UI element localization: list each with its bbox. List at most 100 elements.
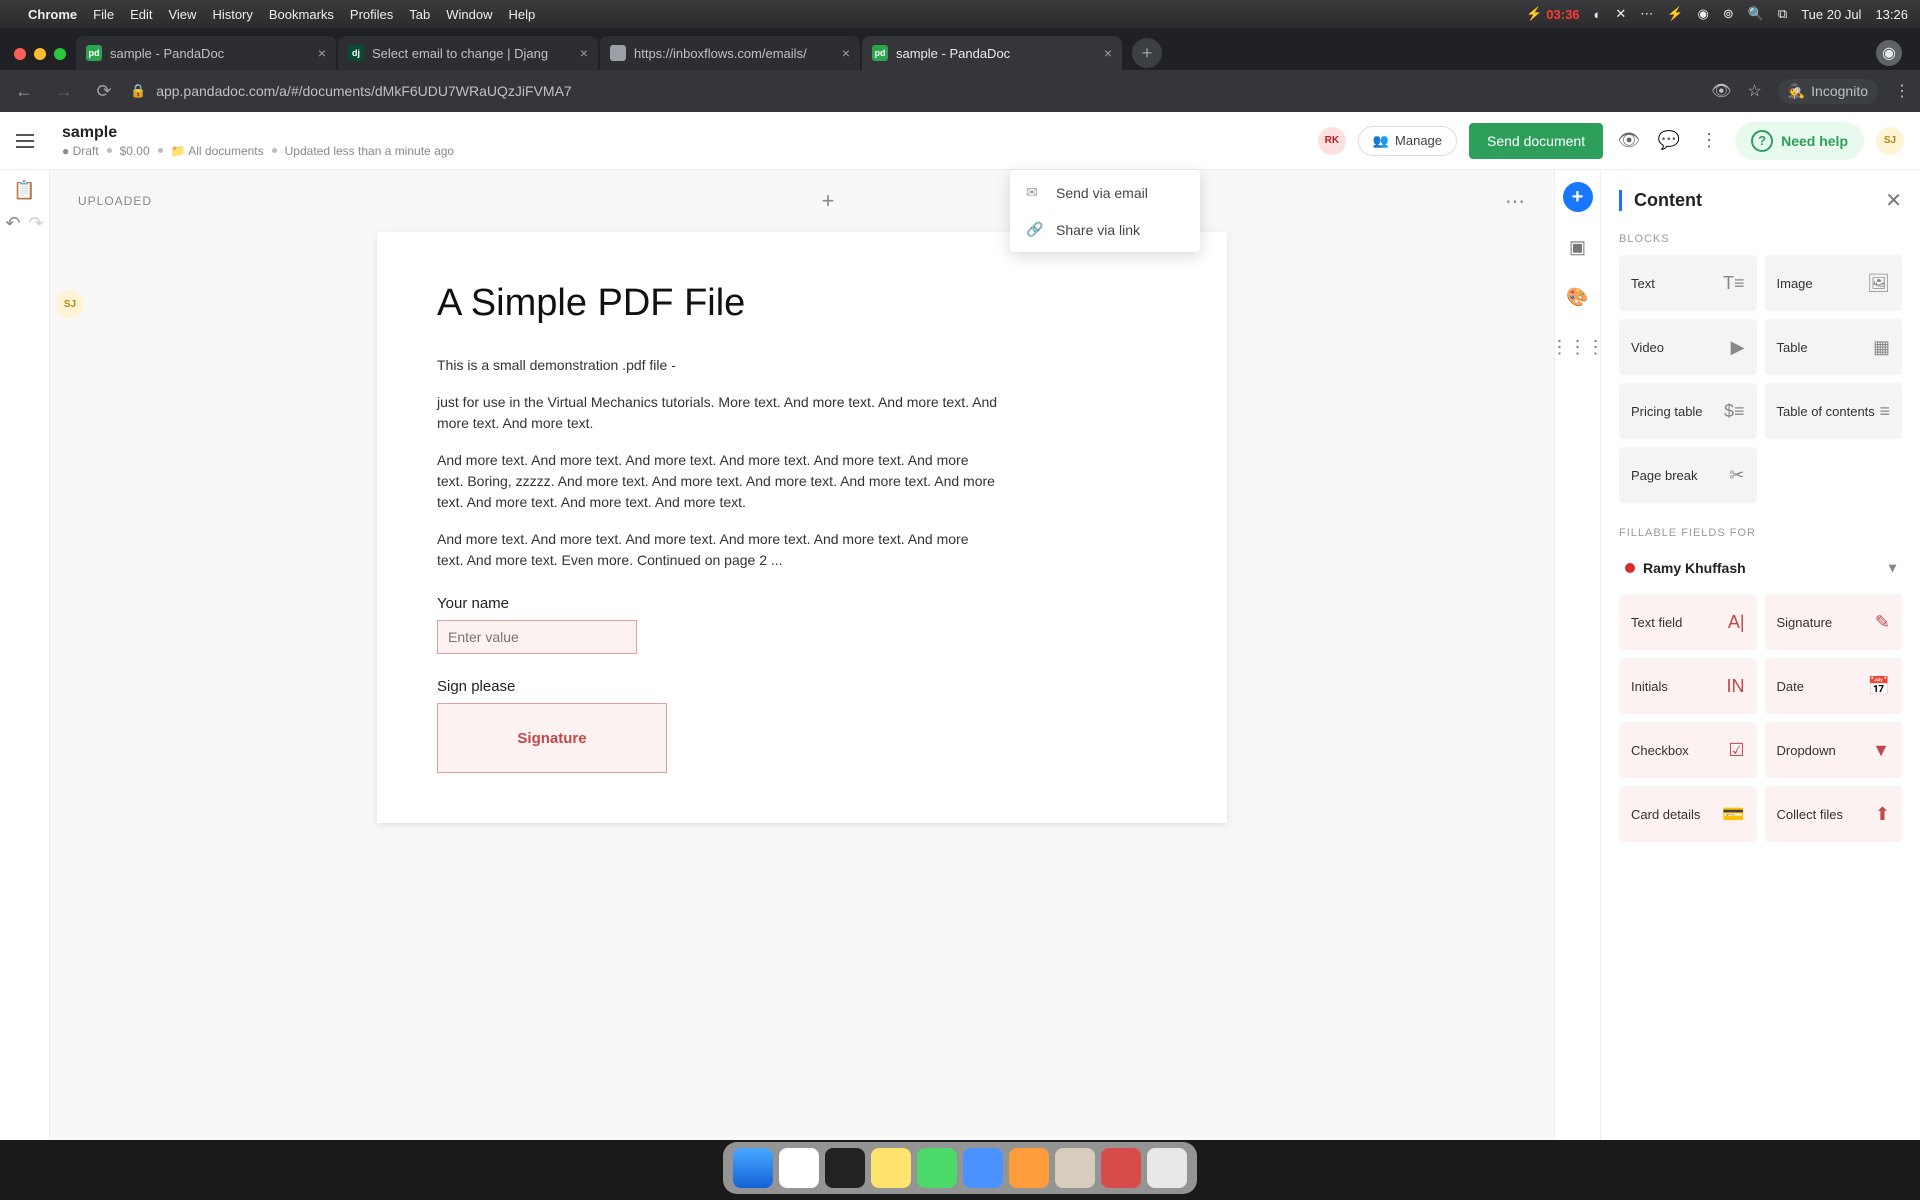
tab-close-icon[interactable]: × (580, 45, 588, 61)
pricing-block-icon: $≡ (1724, 401, 1745, 422)
window-minimize[interactable] (34, 48, 46, 60)
dock-chrome[interactable] (779, 1148, 819, 1188)
body-text: And more text. And more text. And more t… (437, 529, 997, 571)
block-toc[interactable]: Table of contents≡ (1765, 383, 1903, 439)
dock-app-red[interactable] (1101, 1148, 1141, 1188)
tab-3-active[interactable]: pdsample - PandaDoc× (862, 36, 1122, 70)
window-zoom[interactable] (54, 48, 66, 60)
block-table[interactable]: Table▦ (1765, 319, 1903, 375)
dock-app-green[interactable] (917, 1148, 957, 1188)
doc-title[interactable]: sample (62, 124, 454, 142)
menu-help[interactable]: Help (509, 7, 536, 22)
battery-time-icon[interactable]: ⚡03:36 (1526, 6, 1579, 22)
block-text[interactable]: TextT≡ (1619, 255, 1757, 311)
dock-terminal[interactable] (825, 1148, 865, 1188)
nav-forward-icon[interactable]: → (50, 81, 78, 102)
block-video[interactable]: Video▶ (1619, 319, 1757, 375)
name-text-field[interactable] (437, 620, 637, 654)
block-image[interactable]: Image🖼 (1765, 255, 1903, 311)
nav-back-icon[interactable]: ← (10, 81, 38, 102)
menu-bookmarks[interactable]: Bookmarks (269, 7, 334, 22)
menu-profiles[interactable]: Profiles (350, 7, 393, 22)
wifi-icon[interactable]: ◉ (1697, 6, 1708, 22)
add-section-button[interactable]: + (814, 186, 844, 216)
apps-rail-icon[interactable]: ⋮⋮⋮ (1563, 332, 1593, 362)
copy-icon[interactable]: 📋 (13, 180, 35, 201)
tab-title: Select email to change | Djang (372, 46, 548, 61)
status-icon2[interactable]: ✕ (1615, 6, 1626, 22)
charging-icon[interactable]: ⚡ (1667, 6, 1683, 22)
status-icon[interactable]: ◐ (1594, 7, 1602, 22)
incognito-badge[interactable]: 🕵 Incognito (1778, 79, 1878, 104)
switch-icon[interactable]: ⧉ (1778, 6, 1787, 22)
dock-app[interactable] (1055, 1148, 1095, 1188)
field-dropdown[interactable]: Dropdown▼ (1765, 722, 1903, 778)
hamburger-icon[interactable] (16, 126, 46, 156)
date[interactable]: Tue 20 Jul (1801, 7, 1861, 22)
dock-finder[interactable] (733, 1148, 773, 1188)
document-page[interactable]: A Simple PDF File This is a small demons… (377, 232, 1227, 823)
block-pricing-table[interactable]: Pricing table$≡ (1619, 383, 1757, 439)
manage-button[interactable]: 👥Manage (1358, 126, 1457, 156)
bookmark-star-icon[interactable]: ☆ (1747, 81, 1761, 101)
tab-0[interactable]: pdsample - PandaDoc× (76, 36, 336, 70)
send-document-button[interactable]: Send document (1469, 123, 1603, 159)
tab-close-icon[interactable]: × (1104, 45, 1112, 61)
field-text[interactable]: Text fieldA| (1619, 594, 1757, 650)
clock[interactable]: 13:26 (1875, 7, 1908, 22)
field-signature[interactable]: Signature✎ (1765, 594, 1903, 650)
menu-view[interactable]: View (168, 7, 196, 22)
chevron-down-icon: ▾ (1889, 559, 1896, 576)
dock-app-orange[interactable] (1009, 1148, 1049, 1188)
redo-icon[interactable]: ↷ (29, 213, 44, 234)
menu-window[interactable]: Window (446, 7, 492, 22)
menu-history[interactable]: History (212, 7, 252, 22)
comments-icon[interactable]: 💬 (1655, 127, 1683, 155)
doc-folder[interactable]: All documents (188, 144, 263, 158)
section-more-icon[interactable]: ⋯ (1505, 189, 1526, 214)
block-page-break[interactable]: Page break✂ (1619, 447, 1757, 503)
field-checkbox[interactable]: Checkbox☑ (1619, 722, 1757, 778)
presence-marker-sj[interactable]: SJ (56, 290, 84, 318)
menu-file[interactable]: File (93, 7, 114, 22)
assignee-selector[interactable]: Ramy Khuffash ▾ (1619, 549, 1902, 586)
tab-close-icon[interactable]: × (318, 45, 326, 61)
toc-block-icon: ≡ (1879, 401, 1890, 422)
preview-eye-icon[interactable]: 👁 (1615, 127, 1643, 155)
undo-icon[interactable]: ↶ (5, 213, 20, 234)
signature-field[interactable]: Signature (437, 703, 667, 773)
avatar-rk[interactable]: RK (1318, 127, 1346, 155)
avatar-sj[interactable]: SJ (1876, 127, 1904, 155)
menubar-app[interactable]: Chrome (28, 7, 77, 22)
status-icon3[interactable]: ⋯ (1640, 6, 1653, 22)
dock-app-blue[interactable] (963, 1148, 1003, 1188)
profile-icon[interactable]: ◉ (1876, 40, 1902, 66)
menu-tab[interactable]: Tab (409, 7, 430, 22)
dock-notes[interactable] (871, 1148, 911, 1188)
tab-close-icon[interactable]: × (842, 45, 850, 61)
need-help-button[interactable]: ?Need help (1735, 122, 1864, 160)
panel-close-icon[interactable]: ✕ (1885, 188, 1902, 213)
omnibox[interactable]: 🔒 app.pandadoc.com/a/#/documents/dMkF6UD… (130, 76, 1699, 106)
more-menu-icon[interactable]: ⋮ (1695, 127, 1723, 155)
field-initials[interactable]: InitialsIN (1619, 658, 1757, 714)
nav-reload-icon[interactable]: ⟳ (90, 81, 118, 102)
field-card-details[interactable]: Card details💳 (1619, 786, 1757, 842)
window-close[interactable] (14, 48, 26, 60)
tab-1[interactable]: djSelect email to change | Djang× (338, 36, 598, 70)
tab-2[interactable]: https://inboxflows.com/emails/× (600, 36, 860, 70)
chrome-menu-icon[interactable]: ⋮ (1894, 81, 1910, 101)
dock-trash[interactable] (1147, 1148, 1187, 1188)
field-date[interactable]: Date📅 (1765, 658, 1903, 714)
spotlight-icon[interactable]: 🔍 (1748, 6, 1764, 22)
eye-blocked-icon[interactable]: 👁 (1711, 81, 1731, 101)
content-rail-add-icon[interactable]: + (1563, 182, 1593, 212)
new-tab-button[interactable]: + (1132, 38, 1162, 68)
field-collect-files[interactable]: Collect files⬆ (1765, 786, 1903, 842)
design-rail-icon[interactable]: 🎨 (1563, 282, 1593, 312)
menu-edit[interactable]: Edit (130, 7, 152, 22)
variables-rail-icon[interactable]: ▣ (1563, 232, 1593, 262)
send-via-email-option[interactable]: ✉Send via email (1010, 174, 1200, 211)
control-center-icon[interactable]: ⊚ (1723, 6, 1734, 22)
share-via-link-option[interactable]: 🔗Share via link (1010, 211, 1200, 248)
